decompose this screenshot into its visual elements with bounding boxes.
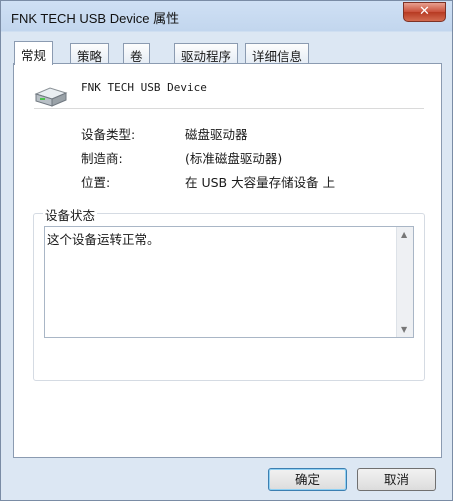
device-status-legend: 设备状态 <box>43 205 98 224</box>
general-panel: FNK TECH USB Device 设备类型: 磁盘驱动器 制造商: (标准… <box>13 63 442 458</box>
manufacturer-label: 制造商: <box>81 151 123 166</box>
device-name: FNK TECH USB Device <box>81 81 207 94</box>
tab-details[interactable]: 详细信息 <box>245 43 310 64</box>
device-status-group: 设备状态 这个设备运转正常。 ▲ ▼ <box>33 205 425 381</box>
device-status-text: 这个设备运转正常。 <box>47 232 160 247</box>
device-status-textbox[interactable]: 这个设备运转正常。 ▲ ▼ <box>44 226 414 338</box>
window-title: FNK TECH USB Device 属性 <box>11 11 180 26</box>
device-type-label: 设备类型: <box>81 127 136 142</box>
divider <box>34 108 424 109</box>
location-label: 位置: <box>81 175 111 190</box>
properties-window: FNK TECH USB Device 属性 ✕ 常规 策略 卷 驱动程序 详细… <box>0 0 453 501</box>
ok-button[interactable]: 确定 <box>268 468 347 491</box>
tab-strip: 常规 策略 卷 驱动程序 详细信息 <box>14 41 444 65</box>
cancel-button[interactable]: 取消 <box>357 468 436 491</box>
tab-driver[interactable]: 驱动程序 <box>174 43 239 64</box>
device-type-value: 磁盘驱动器 <box>185 127 248 142</box>
scroll-down-arrow-icon[interactable]: ▼ <box>401 325 407 334</box>
tab-general[interactable]: 常规 <box>14 41 54 65</box>
scroll-up-arrow-icon[interactable]: ▲ <box>401 230 407 239</box>
manufacturer-value: (标准磁盘驱动器) <box>185 151 283 166</box>
status-scrollbar[interactable]: ▲ ▼ <box>396 227 413 337</box>
drive-icon <box>34 87 68 107</box>
tab-volumes[interactable]: 卷 <box>123 43 150 64</box>
title-bar: FNK TECH USB Device 属性 ✕ <box>1 1 452 31</box>
tab-policies[interactable]: 策略 <box>70 43 110 64</box>
close-button[interactable]: ✕ <box>403 2 446 22</box>
location-value: 在 USB 大容量存储设备 上 <box>185 175 336 190</box>
